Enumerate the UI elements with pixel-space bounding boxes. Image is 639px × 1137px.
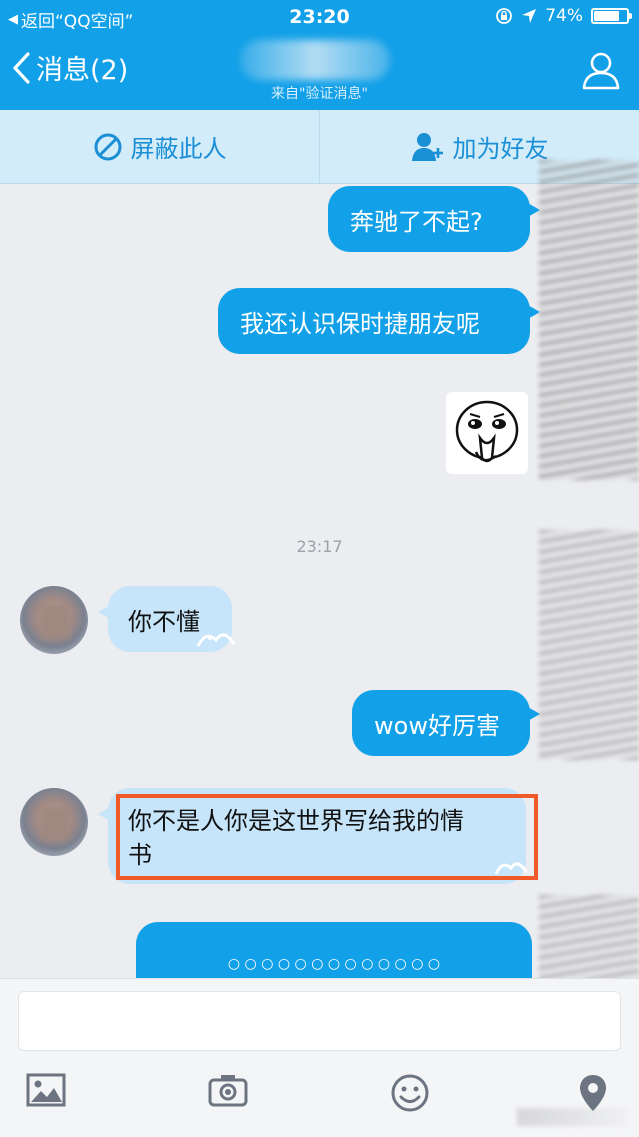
message-text: wow好厉害 [374,711,500,740]
redacted-area [539,160,639,480]
top-bar: ◀ 返回“QQ空间” 23:20 74% 消息(2) 来自"验证消息" [0,0,639,110]
contact-name-blurred [240,40,390,80]
redacted-area [539,895,639,980]
highlight-box [116,794,538,880]
camera-button[interactable] [208,1073,248,1111]
sticker-message[interactable] [446,392,528,474]
add-friend-icon [411,132,443,161]
contact-avatar[interactable] [20,586,88,654]
message-text: 奔驰了不起? [350,207,483,236]
chevron-left-icon [13,51,30,84]
bubble-wave-decoration-icon [196,633,236,647]
contact-avatar[interactable] [20,788,88,856]
sticker-face-icon [455,400,519,463]
emoji-icon [391,1074,429,1112]
camera-icon [208,1075,248,1107]
battery-percent: 74% [545,6,583,26]
image-button[interactable] [26,1073,66,1111]
block-user-label: 屏蔽此人 [130,135,227,163]
battery-icon [591,8,632,24]
outgoing-message[interactable]: wow好厉害 [352,690,540,756]
profile-button[interactable] [581,50,621,94]
back-label: 消息(2) [36,55,129,86]
message-text: 你不懂 [128,607,200,636]
message-input[interactable] [18,991,621,1051]
emoji-button[interactable] [390,1073,430,1117]
image-icon [26,1073,66,1107]
status-right: 74% [495,6,632,26]
block-user-button[interactable]: 屏蔽此人 [0,110,319,183]
outgoing-message[interactable]: 奔驰了不起? [328,186,540,252]
incoming-message[interactable]: 你不懂 [98,586,236,652]
location-icon [580,1075,606,1111]
rotation-lock-icon [496,8,513,24]
back-button[interactable]: 消息(2) [10,48,128,87]
location-arrow-icon [522,9,537,23]
user-icon [582,52,620,90]
block-icon [94,133,121,160]
outgoing-message-partial[interactable]: ○ ○ ○ ○ ○ ○ ○ ○ ○ ○ ○ ○ ○ [136,922,532,978]
add-friend-label: 加为好友 [452,135,549,163]
nav-subtitle: 来自"验证消息" [271,86,368,102]
message-text: 我还认识保时捷朋友呢 [240,309,480,338]
outgoing-message[interactable]: 我还认识保时捷朋友呢 [218,288,540,354]
status-bar: ◀ 返回“QQ空间” 23:20 74% [0,0,639,36]
message-text: ○ ○ ○ ○ ○ ○ ○ ○ ○ ○ ○ ○ ○ [227,956,441,972]
watermark [517,1108,627,1126]
redacted-area [539,530,639,760]
